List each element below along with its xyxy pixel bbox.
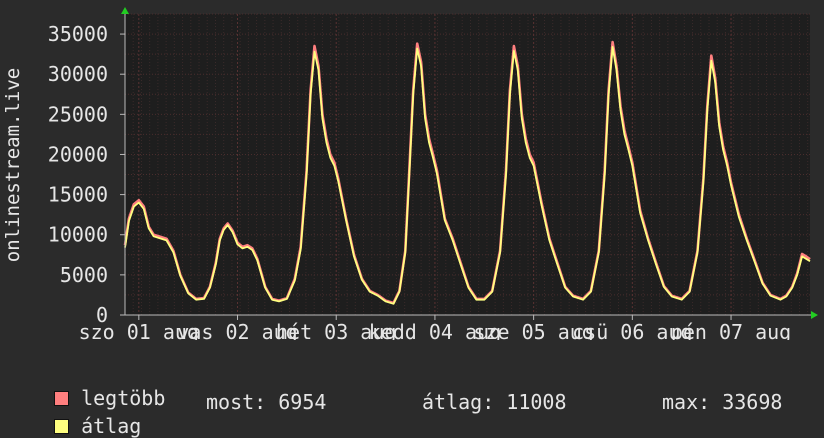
stat-maximum: max: 33698 xyxy=(662,390,783,414)
x-axis-arrow-icon xyxy=(811,311,818,319)
plot-background xyxy=(125,14,810,315)
y-tick-label: 15000 xyxy=(48,183,108,207)
y-axis-arrow-icon xyxy=(121,7,129,14)
y-tick-label: 35000 xyxy=(48,22,108,46)
legend-item-avg: átlag xyxy=(30,390,141,438)
legend-label-avg: átlag xyxy=(81,414,142,438)
y-tick-label: 25000 xyxy=(48,102,108,126)
y-axis-ticks: 05000100001500020000250003000035000 xyxy=(48,22,125,327)
y-axis-label: onlinestream.live xyxy=(2,68,24,262)
stat-current: most: 6954 xyxy=(206,390,327,414)
y-tick-label: 30000 xyxy=(48,62,108,86)
x-tick-label: pén 07 aug xyxy=(671,320,791,340)
y-tick-label: 5000 xyxy=(60,263,108,287)
x-axis-ticks: szo 01 augvas 02 aughét 03 augkedd 04 au… xyxy=(79,315,791,340)
stat-average: átlag: 11008 xyxy=(422,390,567,414)
y-tick-label: 10000 xyxy=(48,223,108,247)
line-chart: 05000100001500020000250003000035000 szo … xyxy=(2,7,818,340)
legend-swatch-avg xyxy=(54,419,70,434)
y-tick-label: 20000 xyxy=(48,142,108,166)
